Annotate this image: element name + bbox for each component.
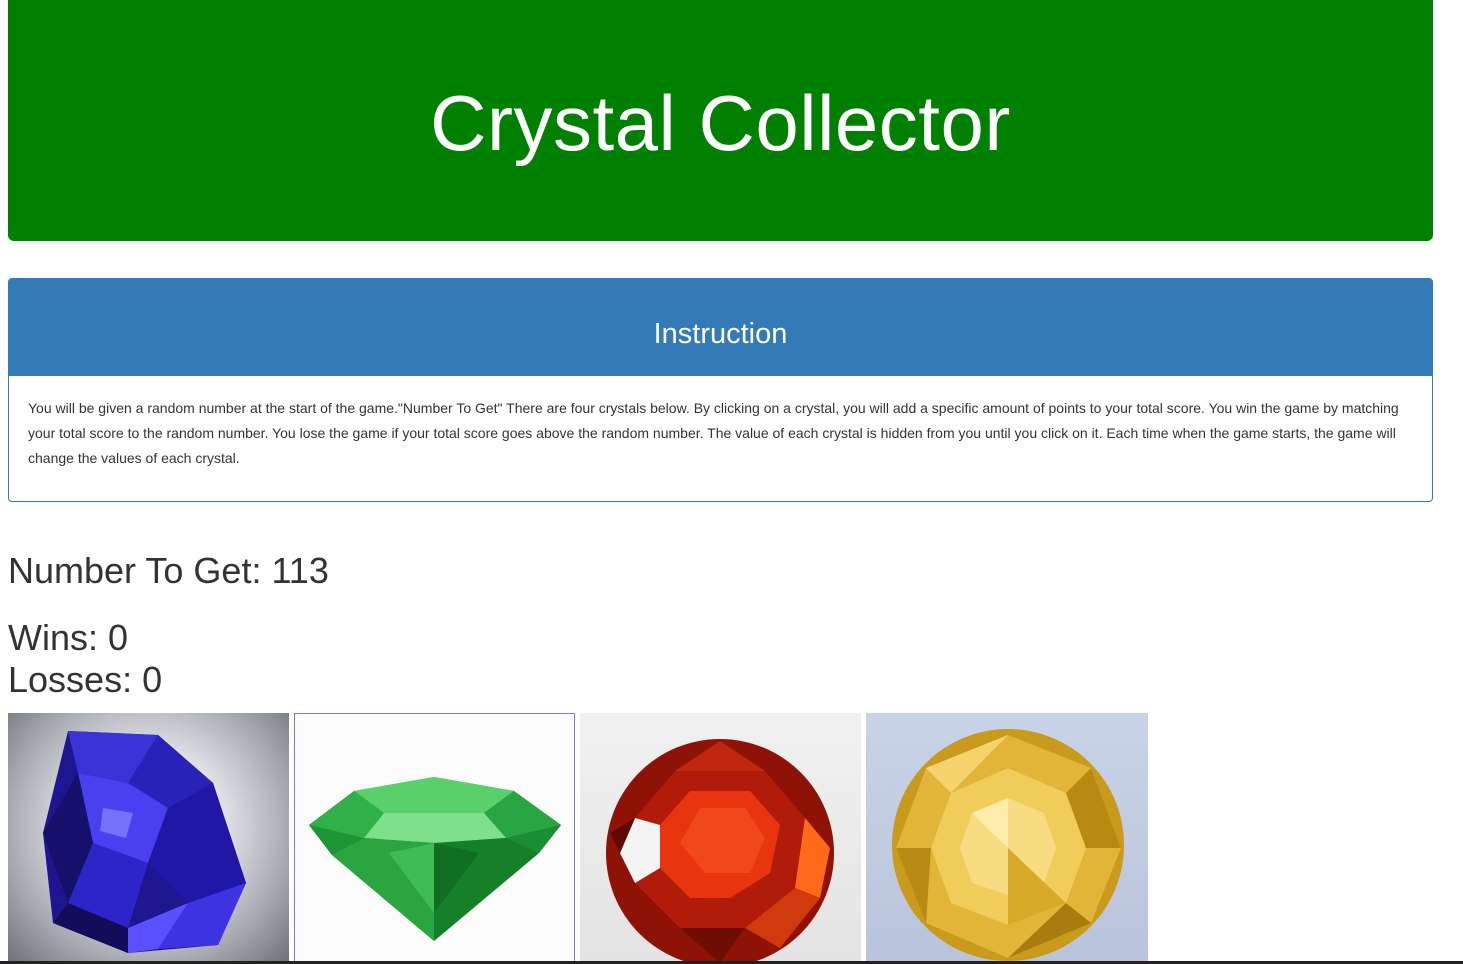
blue-crystal-button[interactable]	[8, 713, 289, 964]
losses-count: Losses: 0	[8, 659, 163, 700]
wins-count: Wins: 0	[8, 617, 129, 658]
instruction-heading: Instruction	[653, 318, 788, 350]
title-banner: Crystal Collector	[8, 0, 1433, 241]
green-crystal-icon	[309, 777, 561, 941]
blue-crystal-icon	[43, 731, 246, 953]
game-page: Crystal Collector Instruction You will b…	[0, 0, 1463, 964]
instruction-panel-heading: Instruction	[9, 279, 1432, 376]
yellow-crystal-button[interactable]	[866, 713, 1148, 964]
crystal-row	[8, 713, 1148, 964]
red-crystal-button[interactable]	[580, 713, 861, 964]
yellow-crystal-icon	[892, 729, 1124, 961]
green-crystal-button[interactable]	[294, 713, 575, 964]
instruction-text: You will be given a random number at the…	[28, 400, 1399, 466]
red-crystal-icon	[606, 739, 834, 964]
page-title: Crystal Collector	[430, 79, 1011, 167]
instruction-panel: Instruction You will be given a random n…	[8, 278, 1433, 502]
number-to-get: Number To Get: 113	[8, 550, 329, 591]
score-stats: Wins: 0 Losses: 0	[8, 617, 162, 701]
